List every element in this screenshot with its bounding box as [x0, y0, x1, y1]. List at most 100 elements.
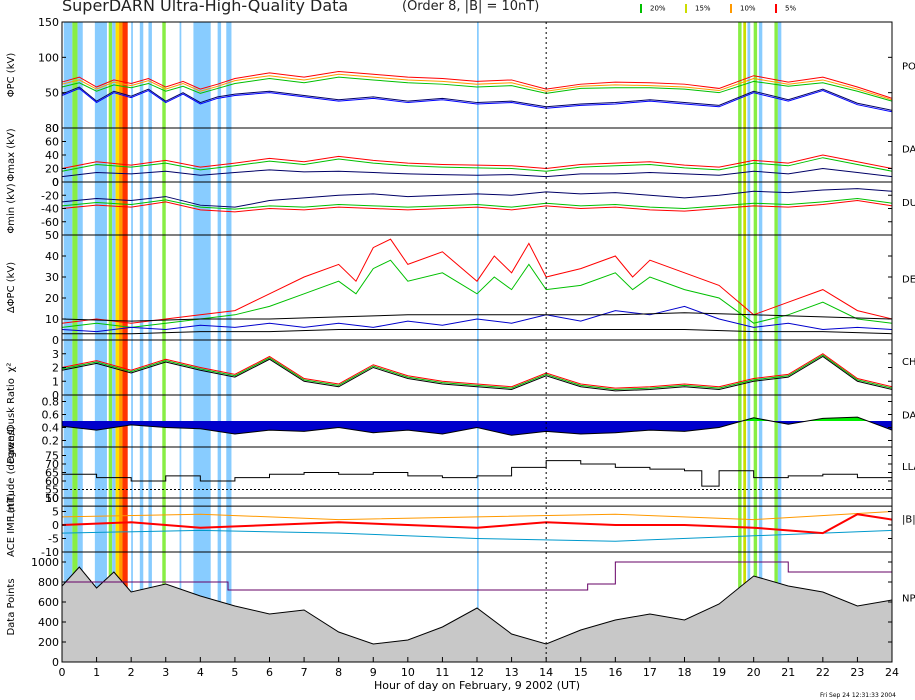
y-tick-label: 10: [45, 313, 59, 326]
y-tick-label: -40: [41, 203, 59, 216]
quality-band: [115, 22, 120, 662]
x-tick-label: 17: [643, 666, 657, 679]
superdarn-figure: 050100150ΦPC (kV)PO PO020406080Φmax (kV)…: [6, 16, 915, 692]
quality-band: [77, 22, 83, 662]
panel-right-label: DAY: [902, 410, 915, 421]
y-tick-label: 0.4: [42, 422, 60, 435]
y-axis-label: χ²: [6, 363, 17, 373]
x-tick-label: 2: [128, 666, 135, 679]
chart-subtitle: (Order 8, |B| = 10nT): [402, 0, 540, 14]
quality-band: [131, 22, 133, 662]
quality-band: [217, 22, 222, 662]
y-tick-label: 75: [45, 450, 59, 463]
y-tick-label: 1: [52, 375, 59, 388]
y-tick-label: 0: [52, 334, 59, 347]
y-tick-label: 0: [52, 176, 59, 189]
panel-right-label: LLA: [902, 462, 915, 473]
legend-swatch: [640, 4, 642, 13]
legend-item: 15%: [685, 4, 711, 13]
y-tick-label: -60: [41, 216, 59, 229]
y-tick-label: 40: [45, 149, 59, 162]
y-tick-label: 150: [38, 16, 59, 29]
quality-band: [139, 22, 144, 662]
y-tick-label: 20: [45, 292, 59, 305]
x-tick-label: 16: [608, 666, 622, 679]
x-tick-label: 3: [162, 666, 169, 679]
x-tick-label: 23: [850, 666, 864, 679]
quality-band: [72, 22, 78, 662]
y-axis-label: Φmin (kV): [6, 183, 17, 233]
quality-band: [119, 22, 123, 662]
legend-item: 10%: [730, 4, 756, 13]
chart-title: SuperDARN Ultra-High-Quality Data: [62, 0, 349, 15]
x-tick-label: 0: [59, 666, 66, 679]
x-tick-label: 12: [470, 666, 484, 679]
legend-label: 15%: [695, 4, 711, 13]
y-tick-label: 20: [45, 163, 59, 176]
x-tick-label: 15: [574, 666, 588, 679]
x-tick-label: 6: [266, 666, 273, 679]
x-tick-label: 24: [885, 666, 899, 679]
y-tick-label: 60: [45, 136, 59, 149]
y-tick-label: 40: [45, 250, 59, 263]
y-tick-label: 600: [38, 596, 59, 609]
quality-band: [477, 22, 479, 662]
quality-band: [753, 22, 758, 662]
quality-band: [63, 22, 73, 662]
legend-swatch: [775, 4, 777, 13]
panel-right-label: DE: [902, 274, 915, 285]
x-tick-label: 10: [401, 666, 415, 679]
legend-swatch: [730, 4, 732, 13]
quality-band: [122, 22, 128, 662]
y-tick-label: -5: [48, 533, 59, 546]
y-tick-label: 30: [45, 271, 59, 284]
x-tick-label: 13: [505, 666, 519, 679]
quality-band: [112, 22, 116, 662]
quality-band: [179, 22, 182, 662]
y-tick-label: 0.6: [42, 409, 60, 422]
x-tick-label: 4: [197, 666, 204, 679]
y-axis-label: Data Points: [6, 578, 17, 635]
y-tick-label: 0: [52, 519, 59, 532]
x-tick-label: 19: [712, 666, 726, 679]
y-tick-label: 50: [45, 229, 59, 242]
legend-label: 20%: [650, 4, 666, 13]
y-tick-label: 100: [38, 51, 59, 64]
y-axis-label: ΦPC (kV): [6, 53, 17, 98]
x-tick-label: 21: [781, 666, 795, 679]
quality-band: [743, 22, 747, 662]
legend-label: 5%: [785, 4, 797, 13]
y-tick-label: 0.8: [42, 396, 60, 409]
quality-band: [108, 22, 113, 662]
x-tick-label: 11: [435, 666, 449, 679]
x-tick-label: 1: [93, 666, 100, 679]
x-tick-label: 18: [678, 666, 692, 679]
y-axis-label: ΔΦPC (kV): [6, 262, 17, 313]
y-axis-label: Φmax (kV): [6, 128, 17, 181]
quality-band: [747, 22, 751, 662]
legend-item: 20%: [640, 4, 666, 13]
quality-band: [777, 22, 782, 662]
y-tick-label: 50: [45, 87, 59, 100]
quality-band: [738, 22, 742, 662]
legend-label: 10%: [740, 4, 756, 13]
y-tick-label: 5: [52, 506, 59, 519]
panel-right-label: DU: [902, 198, 915, 209]
x-tick-label: 14: [539, 666, 553, 679]
x-tick-label: 5: [231, 666, 238, 679]
quality-band: [758, 22, 763, 662]
y-tick-label: 1000: [31, 556, 59, 569]
quality-band: [774, 22, 778, 662]
legend-item: 5%: [775, 4, 796, 13]
panel-right-label: NP: [902, 594, 915, 605]
y-tick-label: 80: [45, 122, 59, 135]
y-tick-label: -20: [41, 189, 59, 202]
legend-swatch: [685, 4, 687, 13]
panel-right-label: CH: [902, 357, 915, 368]
quality-band: [162, 22, 166, 662]
panel-right-label: PO PO: [902, 62, 915, 73]
quality-band: [94, 22, 107, 662]
y-tick-label: 3: [52, 348, 59, 361]
quality-band: [193, 22, 211, 662]
quality-shading: [63, 22, 782, 662]
